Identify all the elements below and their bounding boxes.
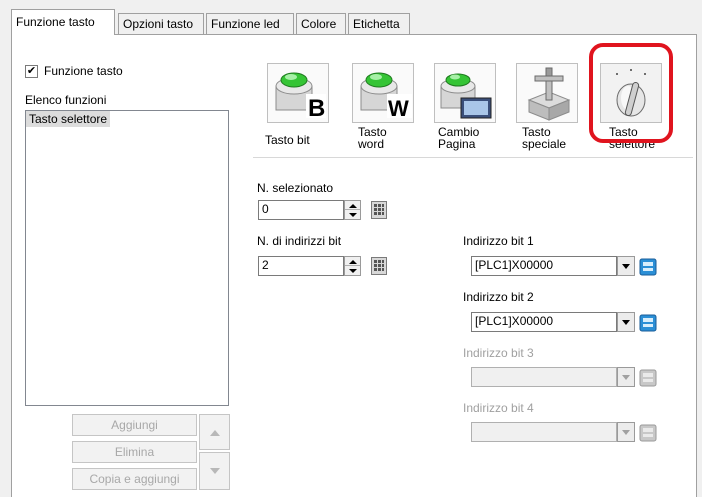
key-type-page-change-tile[interactable] [434, 63, 496, 123]
function-key-checkbox-label: Funzione tasto [44, 64, 123, 78]
key-type-word-label: Tasto word [358, 125, 387, 151]
address-input-icon[interactable] [639, 314, 657, 332]
bit-address-2-dropdown[interactable] [617, 312, 635, 332]
bit-address-4-dropdown[interactable] [617, 422, 635, 442]
bit-address-4-input[interactable] [471, 422, 617, 442]
list-item[interactable]: Tasto selettore [26, 111, 111, 127]
delete-button[interactable]: Elimina [72, 441, 197, 463]
address-input-icon[interactable] [639, 258, 657, 276]
address-input-icon[interactable] [639, 424, 657, 442]
selected-number-label: N. selezionato [257, 181, 334, 195]
bit-address-2-input[interactable]: [PLC1]X00000 [471, 312, 617, 332]
function-key-checkbox[interactable]: ✔ [25, 65, 38, 78]
key-type-bit-label: Tasto bit [265, 133, 310, 147]
function-list[interactable]: Tasto selettore [25, 110, 229, 406]
svg-text:W: W [388, 96, 409, 121]
page-change-icon [440, 73, 492, 119]
key-type-word-tile[interactable]: W [352, 63, 414, 123]
bit-count-spinner[interactable] [344, 256, 361, 276]
selected-number-spinner[interactable] [344, 200, 361, 220]
key-type-special-tile[interactable] [516, 63, 578, 123]
keypad-icon[interactable] [371, 257, 387, 275]
bit-address-4-label: Indirizzo bit 4 [463, 401, 534, 415]
bit-address-3-input[interactable] [471, 367, 617, 387]
selected-number-input[interactable]: 0 [258, 200, 344, 220]
bit-count-input[interactable]: 2 [258, 256, 344, 276]
add-button[interactable]: Aggiungi [72, 414, 197, 436]
bit-address-1-input[interactable]: [PLC1]X00000 [471, 256, 617, 276]
bit-count-label: N. di indirizzi bit [257, 234, 342, 248]
up-arrow-icon [210, 430, 220, 436]
bit-address-3-dropdown[interactable] [617, 367, 635, 387]
checkmark-icon: ✔ [26, 65, 37, 77]
copy-add-button[interactable]: Copia e aggiungi [72, 468, 197, 490]
bit-address-1-dropdown[interactable] [617, 256, 635, 276]
green-button-B-icon: B [275, 72, 326, 122]
key-type-page-change-label: Cambio Pagina [438, 125, 480, 151]
bit-address-1-label: Indirizzo bit 1 [463, 234, 534, 248]
bit-address-2-label: Indirizzo bit 2 [463, 290, 534, 304]
function-list-title: Elenco funzioni [25, 93, 107, 107]
key-type-bit-tile[interactable]: B [267, 63, 329, 123]
address-input-icon[interactable] [639, 369, 657, 387]
divider [253, 157, 693, 158]
move-up-button[interactable] [199, 414, 230, 450]
green-button-W-icon: W [360, 72, 412, 121]
svg-text:B: B [308, 95, 325, 122]
bit-address-3-label: Indirizzo bit 3 [463, 346, 534, 360]
keypad-icon[interactable] [371, 201, 387, 219]
down-arrow-icon [210, 468, 220, 474]
selected-highlight-ring [589, 43, 673, 143]
key-type-special-label: Tasto speciale [522, 125, 567, 151]
special-key-icon [527, 67, 571, 121]
move-down-button[interactable] [199, 452, 230, 490]
